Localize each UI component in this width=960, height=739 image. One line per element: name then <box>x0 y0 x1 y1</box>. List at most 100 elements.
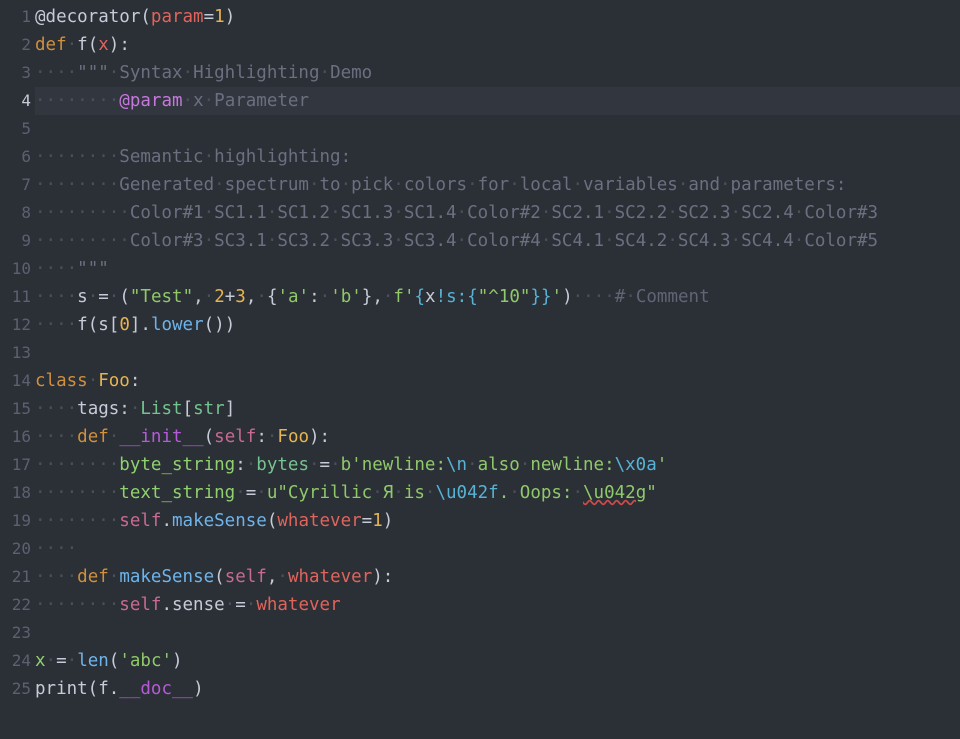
line-number-label: 4 <box>21 91 31 110</box>
code-token: x <box>193 91 204 111</box>
code-line[interactable]: ····f(s[0].lower()) <box>35 311 960 339</box>
line-number-label: 21 <box>11 567 31 586</box>
code-line[interactable]: x·=·len('abc') <box>35 647 960 675</box>
code-token: self <box>224 567 267 587</box>
code-line[interactable]: ·········Color#3·SC3.1·SC3.2·SC3.3·SC3.4… <box>35 227 960 255</box>
code-line[interactable]: ········text_string·=·u"Cyrillic·Я·is·\u… <box>35 479 960 507</box>
whitespace-marker: · <box>319 63 331 83</box>
code-token: ()) <box>203 315 236 335</box>
whitespace-marker: · <box>330 203 341 223</box>
code-token: spectrum <box>224 175 309 195</box>
whitespace-marker: ········ <box>35 91 120 111</box>
code-token: ' <box>656 455 668 475</box>
current-code-line[interactable]: ········@param·x·Parameter <box>35 87 960 115</box>
code-token: Я <box>382 483 394 503</box>
code-line[interactable] <box>35 115 960 143</box>
code-line[interactable]: ····"""·Syntax·Highlighting·Demo <box>35 59 960 87</box>
code-token: Color#1 <box>129 203 204 223</box>
code-line[interactable]: def·f(x): <box>35 31 960 59</box>
whitespace-marker: · <box>793 203 805 223</box>
whitespace-marker: ···· <box>35 63 78 83</box>
code-token: @decorator( <box>35 7 151 27</box>
code-token: 0 <box>119 315 130 335</box>
line-number-label: 19 <box>11 511 31 530</box>
code-token: colors <box>403 175 468 195</box>
code-token: Color#3 <box>129 231 204 251</box>
code-line[interactable]: ····tags:·List[str] <box>35 395 960 423</box>
code-line[interactable] <box>35 619 960 647</box>
line-number: 8 <box>0 199 35 227</box>
whitespace-marker: · <box>330 231 341 251</box>
code-token: highlighting: <box>214 147 352 167</box>
code-line[interactable] <box>35 339 960 367</box>
code-line[interactable]: ········Semantic·highlighting: <box>35 143 960 171</box>
whitespace-marker: · <box>393 175 404 195</box>
whitespace-marker: · <box>467 175 478 195</box>
line-number-label: 23 <box>11 623 31 642</box>
code-token: 'a' <box>277 287 310 307</box>
code-token: Color#3 <box>804 203 879 223</box>
code-token: Color#5 <box>804 231 879 251</box>
code-line[interactable]: ········self.makeSense(whatever=1) <box>35 507 960 535</box>
whitespace-marker: · <box>340 175 352 195</box>
whitespace-marker: · <box>108 427 120 447</box>
whitespace-marker: · <box>540 203 552 223</box>
whitespace-marker: · <box>793 231 805 251</box>
code-line[interactable]: ····def·__init__(self:·Foo): <box>35 423 960 451</box>
line-number: 1 <box>0 3 35 31</box>
whitespace-marker: · <box>108 567 120 587</box>
code-token: makeSense <box>172 511 267 531</box>
whitespace-marker: · <box>625 287 636 307</box>
line-number-label: 7 <box>21 175 31 194</box>
line-number: 5 <box>0 115 35 143</box>
code-token: text_string <box>119 483 236 503</box>
code-line[interactable]: ········Generated·spectrum·to·pick·color… <box>35 171 960 199</box>
whitespace-marker: · <box>719 175 731 195</box>
code-token: ) <box>193 679 204 699</box>
code-token: SC1.2 <box>277 203 331 223</box>
code-token: : <box>235 455 246 475</box>
whitespace-marker: · <box>129 399 141 419</box>
code-line[interactable]: ···· <box>35 535 960 563</box>
line-number-label: 11 <box>11 287 31 306</box>
code-line[interactable]: class·Foo: <box>35 367 960 395</box>
code-line[interactable]: print(f.__doc__) <box>35 675 960 703</box>
line-number-label: 10 <box>11 259 31 278</box>
code-token: SC3.1 <box>214 231 267 251</box>
line-number-gutter[interactable]: 1 2 3 4 5 6 7 8 9 10 11 12 13 14 15 16 17 18 19 20 21 22 23 24 2… <box>0 0 35 739</box>
code-token: Foo <box>98 371 130 391</box>
whitespace-marker: ···· <box>35 539 78 559</box>
line-number: 20 <box>0 535 35 563</box>
whitespace-marker: · <box>45 651 57 671</box>
code-line[interactable]: ····def·makeSense(self,·whatever): <box>35 563 960 591</box>
line-number-label: 9 <box>21 231 31 250</box>
code-line[interactable]: @decorator(param=1) <box>35 3 960 31</box>
whitespace-marker: · <box>393 203 404 223</box>
whitespace-marker: · <box>256 287 267 307</box>
code-token: ): <box>108 35 130 55</box>
code-line[interactable]: ········byte_string:·bytes·=·b'newline:\… <box>35 451 960 479</box>
code-token: Parameter <box>214 91 309 111</box>
line-number: 18 <box>0 479 35 507</box>
whitespace-marker: · <box>730 203 742 223</box>
code-line[interactable]: ·········Color#1·SC1.1·SC1.2·SC1.3·SC1.4… <box>35 199 960 227</box>
line-number: 15 <box>0 395 35 423</box>
code-token: "^10" <box>477 287 531 307</box>
code-line[interactable]: ········self.sense·=·whatever <box>35 591 960 619</box>
code-token: ( <box>108 651 120 671</box>
code-token: ]. <box>129 315 151 335</box>
code-token: { <box>266 287 278 307</box>
whitespace-marker: · <box>108 287 120 307</box>
code-token: "Test" <box>129 287 194 307</box>
code-text-area[interactable]: @decorator(param=1) def·f(x): ····"""·Synt… <box>35 0 960 739</box>
code-token: tags: <box>77 399 130 419</box>
line-number: 13 <box>0 339 35 367</box>
code-token: : <box>309 287 320 307</box>
line-number-label: 5 <box>21 119 31 138</box>
whitespace-marker: · <box>456 203 468 223</box>
code-editor[interactable]: 1 2 3 4 5 6 7 8 9 10 11 12 13 14 15 16 17 18 19 20 21 22 23 24 2… <box>0 0 960 739</box>
line-number-label: 1 <box>21 7 31 26</box>
code-token: __init__ <box>119 427 204 447</box>
code-line[interactable]: ····""" <box>35 255 960 283</box>
code-line[interactable]: ····s·=·("Test",·2+3,·{'a':·'b'},·f'{x!s… <box>35 283 960 311</box>
